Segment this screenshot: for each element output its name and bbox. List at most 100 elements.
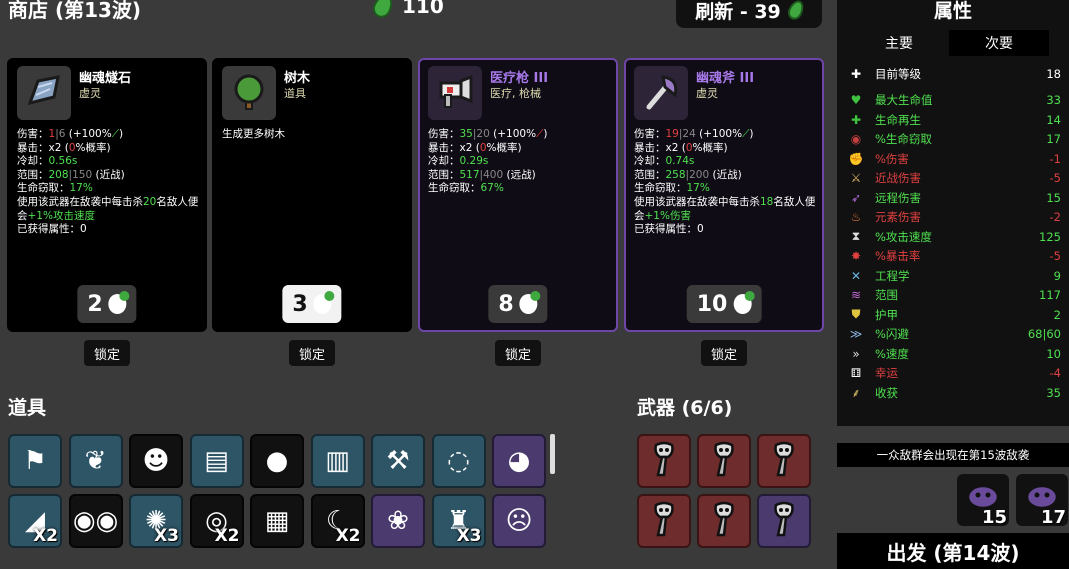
buy-button[interactable]: 10 — [686, 285, 762, 323]
stat-row[interactable]: ⚔ 近战伤害 -5 — [847, 169, 1061, 188]
item-slot[interactable]: ❦ — [68, 434, 123, 488]
stat-label: 生命再生 — [875, 112, 921, 127]
item-slot[interactable]: ◉◉ — [68, 494, 123, 548]
lifesteal-icon: ◉ — [850, 132, 862, 146]
item-slot[interactable]: ▥ — [310, 434, 365, 488]
lock-button[interactable]: 锁定 — [289, 340, 335, 366]
card-stat-line: 冷却：0.56s — [17, 155, 78, 168]
stat-row[interactable]: ◉ %生命窃取 17 — [847, 130, 1061, 149]
crit-icon: ✸ — [850, 249, 862, 263]
weapon-slot[interactable] — [697, 494, 751, 548]
item-slot[interactable]: ◢ X2 — [8, 494, 62, 548]
stat-label: %伤害 — [875, 151, 909, 166]
card-type: 虚灵 — [79, 87, 101, 100]
stat-value: 18 — [1046, 66, 1061, 81]
tab-secondary[interactable]: 次要 — [949, 30, 1049, 56]
regen-icon: ✚ — [850, 112, 862, 127]
card-stat-line: 已获得属性：0 — [17, 223, 87, 236]
item-slot[interactable]: ⚒ — [371, 434, 425, 488]
card-stat-line: 已获得属性：0 — [634, 223, 704, 236]
item-slot[interactable]: ✺ X3 — [129, 494, 183, 548]
stat-row[interactable]: ✚ 生命再生 14 — [847, 110, 1061, 129]
stat-label: 收获 — [875, 385, 898, 400]
weapon-slot[interactable] — [757, 494, 811, 548]
weapon-slot[interactable] — [757, 434, 811, 488]
buy-button[interactable]: 3 — [282, 285, 342, 323]
stat-row[interactable]: ⛊ 护甲 2 — [847, 305, 1061, 324]
item-slot[interactable]: ▤ — [189, 434, 244, 488]
item-slot[interactable]: ☾ X2 — [310, 494, 365, 548]
lock-button[interactable]: 锁定 — [701, 340, 747, 366]
card-type: 道具 — [284, 87, 306, 100]
level-icon: ✚ — [850, 66, 862, 81]
stat-row[interactable]: ♥ 最大生命值 33 — [847, 91, 1061, 110]
card-stat-line: 生成更多树木 — [222, 128, 285, 140]
stat-row[interactable]: ✸ %暴击率 -5 — [847, 247, 1061, 266]
stat-row[interactable]: » %速度 10 — [847, 344, 1061, 363]
medical-gun-icon — [764, 499, 804, 543]
stat-row[interactable]: ⧗ %攻击速度 125 — [847, 227, 1061, 246]
enemy-preview: 17 — [1016, 474, 1068, 528]
item-slot[interactable]: ◎ X2 — [189, 494, 244, 548]
melee-icon: ⚔ — [850, 171, 862, 185]
buy-button[interactable]: 2 — [77, 285, 137, 323]
item-slot[interactable]: ❀ — [371, 494, 425, 548]
stat-value: 10 — [1046, 346, 1061, 361]
weapon-slot[interactable] — [637, 434, 691, 488]
item-slot[interactable]: ☹ — [492, 494, 546, 548]
item-slot[interactable]: ☻ — [129, 434, 183, 488]
larva-icon: ❦ — [84, 446, 107, 476]
stat-row[interactable]: ≫ %闪避 68|60 — [847, 325, 1061, 344]
stat-row[interactable]: ✊ %伤害 -1 — [847, 149, 1061, 168]
axe-flag-icon: ⚑ — [23, 446, 47, 476]
refresh-button[interactable]: 刷新 - 39 — [676, 0, 822, 28]
item-slot[interactable]: ◌ — [431, 434, 486, 488]
shop-card[interactable]: 医疗枪 III 医疗, 枪械 伤害：35|20 (+100%⟋) 暴击：x2 (0%概… — [418, 58, 618, 332]
armor-icon: ⛊ — [851, 307, 861, 321]
card-type: 医疗, 枪械 — [490, 87, 541, 100]
price-value: 3 — [292, 291, 308, 317]
shovel-icon: ⚒ — [386, 446, 410, 476]
material-bag-icon — [108, 291, 130, 314]
glasses-icon: ◉◉ — [72, 506, 119, 536]
stat-row[interactable]: ⚅ 幸运 -4 — [847, 364, 1061, 383]
weapon-slot[interactable] — [697, 434, 751, 488]
stat-label: %闪避 — [875, 327, 909, 341]
item-slot[interactable]: ◕ — [492, 434, 546, 488]
enemy-count: 17 — [1040, 507, 1066, 528]
item-slot[interactable]: ⚑ — [8, 434, 62, 488]
buy-button[interactable]: 8 — [488, 285, 548, 323]
tab-primary[interactable]: 主要 — [849, 30, 949, 56]
stat-row[interactable]: ✕ 工程学 9 — [847, 266, 1061, 285]
item-count: X3 — [154, 526, 179, 546]
enemy-count: 15 — [981, 507, 1007, 528]
stat-label: 护甲 — [875, 307, 898, 322]
medical-gun-icon — [704, 439, 744, 483]
stat-row[interactable]: ♨ 元素伤害 -2 — [847, 208, 1061, 227]
item-slot[interactable]: ▦ — [250, 494, 304, 548]
card-stat-line: 暴击：x2 (0%概率) — [428, 141, 522, 154]
stat-row[interactable]: ➶ 远程伤害 15 — [847, 188, 1061, 207]
shop-card[interactable]: 树木 道具 生成更多树木 3 — [212, 58, 412, 332]
item-count: X2 — [214, 526, 240, 546]
lock-button[interactable]: 锁定 — [495, 340, 541, 366]
lock-button[interactable]: 锁定 — [84, 340, 130, 366]
items-scrollbar[interactable] — [550, 434, 555, 474]
stat-row[interactable]: ⸙ 收获 35 — [847, 383, 1061, 402]
item-slot[interactable]: ● — [250, 434, 304, 488]
stat-row[interactable]: ≋ 范围 117 — [847, 286, 1061, 305]
item-slot[interactable]: ♜ X3 — [431, 494, 486, 548]
ranged-icon: ➶ — [850, 190, 862, 205]
stat-value: 9 — [1053, 268, 1061, 283]
stat-row[interactable]: ✚ 目前等级 18 — [847, 64, 1061, 83]
shop-card[interactable]: 幽魂斧 III 虚灵 伤害：19|24 (+100%⟋) 暴击：x2 (0%概率) 冷却… — [624, 58, 824, 332]
jacket-icon: ▦ — [264, 506, 290, 536]
weapon-slot[interactable] — [637, 494, 691, 548]
card-stat-line: 范围：517|400 (远战) — [428, 168, 536, 181]
card-stat-line: 伤害：19|24 (+100%⟋) — [634, 128, 754, 140]
bombs-icon: ● — [265, 446, 289, 476]
shop-card[interactable]: 幽魂燧石 虚灵 伤害：1|6 (+100%⟋) 暴击：x2 (0%概率) 冷却：0.56… — [7, 58, 207, 332]
stat-value: -1 — [1049, 151, 1061, 166]
start-wave-button[interactable]: 出发 (第14波) — [837, 533, 1069, 569]
refresh-label: 刷新 - 39 — [695, 0, 781, 23]
